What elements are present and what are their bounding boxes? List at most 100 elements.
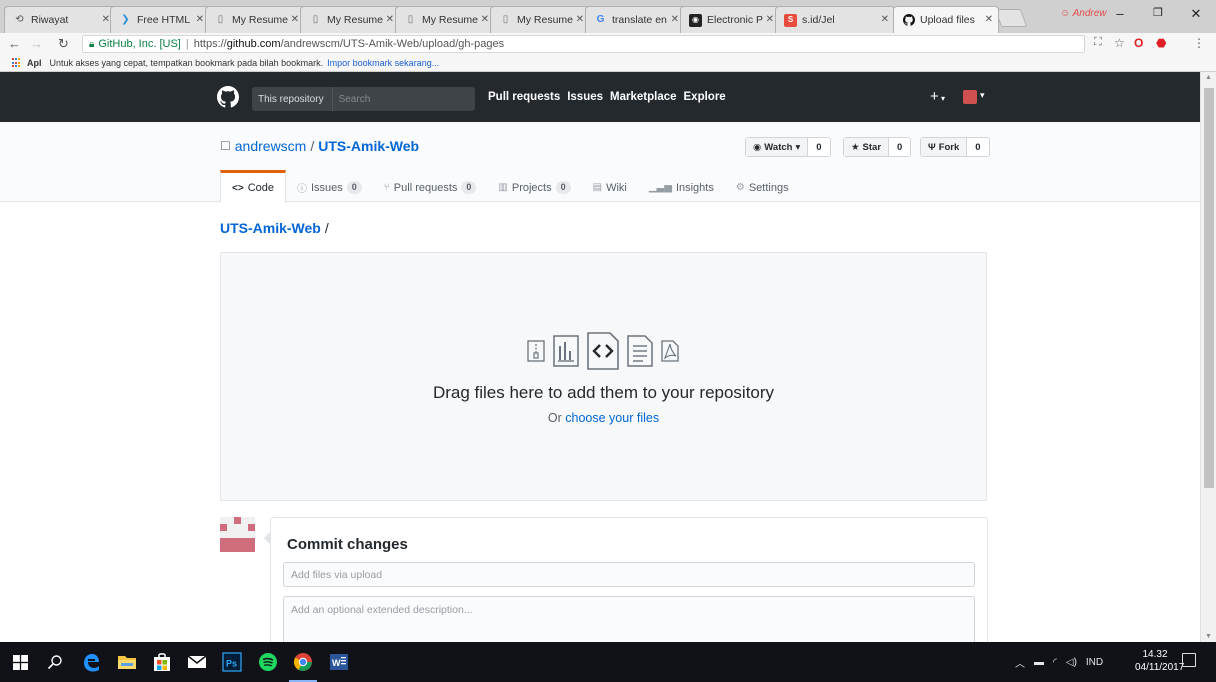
- browser-tab[interactable]: ▯ My Resume ✕: [300, 6, 400, 33]
- system-clock[interactable]: 14.32 04/11/2017: [1135, 648, 1184, 674]
- restore-button[interactable]: ❐: [1148, 6, 1168, 19]
- chrome-icon[interactable]: [291, 650, 315, 674]
- apps-label[interactable]: Apl: [27, 58, 42, 68]
- mail-icon[interactable]: [185, 650, 209, 674]
- close-icon[interactable]: ✕: [671, 14, 679, 25]
- tab-label: Issues: [310, 181, 343, 194]
- apps-grid-icon[interactable]: [12, 58, 22, 68]
- avatar[interactable]: [963, 90, 977, 104]
- chevron-up-icon[interactable]: ︿: [1015, 655, 1025, 670]
- github-logo-icon[interactable]: [217, 86, 239, 108]
- close-icon[interactable]: ✕: [985, 14, 993, 25]
- edge-icon[interactable]: [79, 650, 103, 674]
- volume-icon[interactable]: ◁): [1066, 657, 1077, 668]
- watch-count[interactable]: 0: [808, 138, 829, 156]
- word-icon[interactable]: W: [327, 650, 351, 674]
- back-arrow-icon[interactable]: ←: [8, 36, 21, 51]
- close-icon[interactable]: ✕: [102, 14, 110, 25]
- scroll-up-arrow-icon[interactable]: ▲: [1205, 74, 1212, 81]
- tab-title: translate en: [612, 14, 667, 26]
- close-icon[interactable]: ✕: [291, 14, 299, 25]
- bookmark-star-icon[interactable]: ☆: [1114, 36, 1125, 50]
- file-explorer-icon[interactable]: [115, 650, 139, 674]
- browser-tab[interactable]: ▯ My Resume ✕: [490, 6, 590, 33]
- reload-icon[interactable]: ↻: [58, 36, 69, 52]
- fork-button[interactable]: Ψ Fork: [921, 138, 968, 156]
- spotify-icon[interactable]: [256, 650, 280, 674]
- breadcrumb-repo-link[interactable]: UTS-Amik-Web: [220, 220, 321, 236]
- search-icon[interactable]: [43, 650, 67, 674]
- page-icon: ▯: [407, 14, 414, 25]
- tab-wiki[interactable]: ▤ Wiki: [582, 170, 638, 202]
- close-icon[interactable]: ✕: [766, 14, 774, 25]
- nav-explore[interactable]: Explore: [684, 91, 726, 103]
- watch-button[interactable]: ◉ Watch ▾: [746, 138, 809, 156]
- commit-summary-input[interactable]: [283, 562, 975, 587]
- choose-files-link[interactable]: choose your files: [565, 411, 659, 425]
- plus-icon: +: [930, 88, 939, 105]
- store-icon[interactable]: [150, 650, 174, 674]
- browser-tab-active[interactable]: Upload files ✕: [893, 6, 999, 33]
- menu-kebab-icon[interactable]: ⋮: [1193, 36, 1205, 50]
- close-icon[interactable]: ✕: [196, 14, 204, 25]
- battery-icon[interactable]: ▬: [1034, 657, 1044, 668]
- svg-text:W: W: [332, 658, 341, 668]
- repo-owner-link[interactable]: andrewscm: [235, 138, 307, 154]
- star-count[interactable]: 0: [889, 138, 910, 156]
- search-input[interactable]: [332, 93, 463, 105]
- close-icon[interactable]: ✕: [386, 14, 394, 25]
- tab-code[interactable]: <> Code: [220, 170, 286, 203]
- file-drop-zone[interactable]: Drag files here to add them to your repo…: [220, 252, 987, 501]
- vertical-scrollbar[interactable]: ▲ ▼: [1200, 72, 1216, 642]
- tab-title: Free HTML L: [137, 14, 193, 26]
- browser-tab[interactable]: ❯ Free HTML L ✕: [110, 6, 210, 33]
- input-language[interactable]: IND: [1086, 657, 1103, 668]
- new-tab-button[interactable]: [994, 9, 1028, 27]
- opera-extension-icon[interactable]: O: [1134, 36, 1143, 50]
- fork-count[interactable]: 0: [967, 138, 988, 156]
- translate-icon[interactable]: ⛶: [1094, 36, 1102, 49]
- commit-description-input[interactable]: [283, 596, 975, 642]
- tab-counter: 0: [555, 181, 571, 194]
- browser-tab[interactable]: ▯ My Resume ✕: [205, 6, 305, 33]
- tab-settings[interactable]: ⚙ Settings: [725, 170, 800, 202]
- scrollbar-thumb[interactable]: [1204, 88, 1214, 488]
- chevron-down-icon: ▾: [938, 94, 946, 103]
- wifi-icon[interactable]: ◜: [1053, 657, 1057, 668]
- svg-text:Ps: Ps: [226, 659, 237, 669]
- repo-nav: <> Code ⓘ Issues 0 ⑂ Pull requests 0 ▥ P…: [220, 170, 800, 203]
- create-new-button[interactable]: + ▾: [930, 88, 945, 105]
- nav-issues[interactable]: Issues: [567, 91, 603, 103]
- tab-projects[interactable]: ▥ Projects 0: [487, 170, 581, 202]
- avatar[interactable]: [220, 517, 255, 552]
- browser-tab[interactable]: ◉ Electronic P ✕: [680, 6, 780, 33]
- close-icon[interactable]: ✕: [881, 14, 889, 25]
- action-center-icon[interactable]: [1182, 653, 1196, 667]
- chevron-down-icon[interactable]: ▾: [980, 90, 985, 101]
- tab-issues[interactable]: ⓘ Issues 0: [286, 170, 373, 202]
- browser-tab[interactable]: ⟲ Riwayat ✕: [4, 6, 116, 33]
- import-bookmarks-link[interactable]: Impor bookmark sekarang...: [327, 58, 439, 68]
- repo-name-link[interactable]: UTS-Amik-Web: [318, 138, 419, 154]
- windows-start-icon[interactable]: [8, 650, 32, 674]
- omnibox[interactable]: 🔒︎ GitHub, Inc. [US] | https://github.co…: [82, 35, 1085, 53]
- tab-pull-requests[interactable]: ⑂ Pull requests 0: [373, 170, 488, 202]
- commit-title: Commit changes: [287, 536, 408, 553]
- star-button[interactable]: ★ Star: [844, 138, 890, 156]
- photoshop-icon[interactable]: Ps: [220, 650, 244, 674]
- browser-tab[interactable]: S s.id/Jel ✕: [775, 6, 895, 33]
- nav-pull-requests[interactable]: Pull requests: [488, 91, 560, 103]
- browser-tab[interactable]: G translate en ✕: [585, 6, 685, 33]
- close-icon[interactable]: ✕: [576, 14, 584, 25]
- close-icon[interactable]: ✕: [481, 14, 489, 25]
- minimize-button[interactable]: –: [1110, 6, 1130, 21]
- window-close-button[interactable]: ✕: [1186, 6, 1206, 22]
- adblock-icon[interactable]: ⬣: [1156, 36, 1166, 50]
- scroll-down-arrow-icon[interactable]: ▼: [1205, 633, 1212, 640]
- secure-origin-label: GitHub, Inc. [US]: [98, 38, 181, 50]
- profile-button[interactable]: ☺ Andrew: [1060, 8, 1107, 19]
- tab-insights[interactable]: ▁▃▅ Insights: [638, 170, 725, 202]
- nav-marketplace[interactable]: Marketplace: [610, 91, 676, 103]
- browser-tab[interactable]: ▯ My Resume ✕: [395, 6, 495, 33]
- forward-arrow-icon[interactable]: →: [30, 36, 43, 51]
